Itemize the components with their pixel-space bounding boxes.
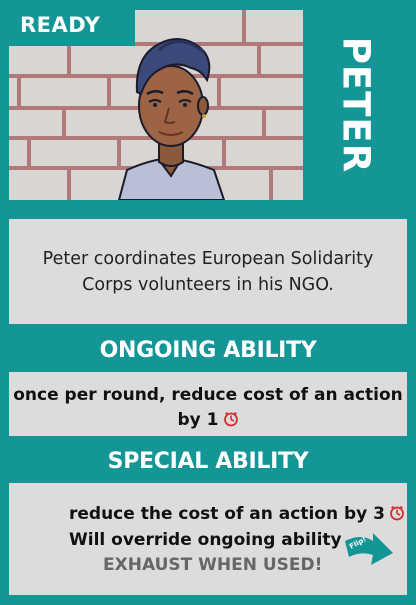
character-description: Peter coordinates European Solidarity Co… [42,248,374,295]
ongoing-ability-text-content: once per round, reduce cost of an action… [13,385,403,430]
exhaust-warning: EXHAUST WHEN USED! [103,555,323,575]
ongoing-ability-title: ONGOING ABILITY [99,338,317,363]
special-ability-line-2: Will override ongoing ability [69,530,342,550]
special-ability-line-1-text: reduce the cost of an action by 3 [69,504,385,524]
name-banner: PETER [306,10,406,200]
description-panel: Peter coordinates European Solidarity Co… [9,219,407,324]
character-card: READY PETER Peter coordinates European S… [0,0,416,605]
special-ability-panel: reduce the cost of an action by 3 Will o… [9,483,407,595]
special-ability-title: SPECIAL ABILITY [107,449,309,474]
clock-icon [389,505,405,521]
clock-icon [223,411,239,427]
character-name: PETER [334,36,378,174]
special-ability-line-1: reduce the cost of an action by 3 [69,504,405,524]
status-label: READY [20,13,101,37]
ongoing-ability-text: once per round, reduce cost of an action… [9,383,407,433]
ongoing-ability-panel: once per round, reduce cost of an action… [9,372,407,436]
